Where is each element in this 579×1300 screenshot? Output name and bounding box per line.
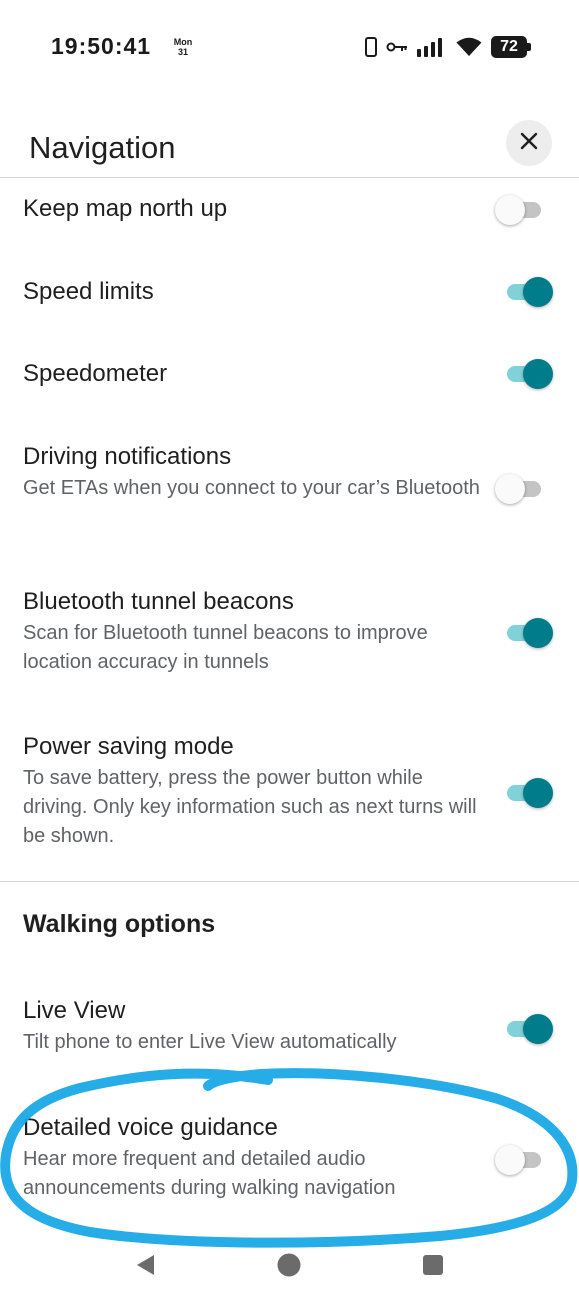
recents-icon <box>422 1254 444 1281</box>
battery-percent: 72 <box>500 38 518 55</box>
toggle-speedometer[interactable] <box>507 359 553 389</box>
setting-label: Driving notifications <box>23 443 232 470</box>
status-day-text: Mon <box>173 37 193 47</box>
home-button[interactable] <box>274 1252 304 1282</box>
section-divider <box>0 881 579 882</box>
close-button[interactable] <box>506 120 552 166</box>
setting-label: Speedometer <box>23 360 168 387</box>
setting-description: To save battery, press the power button … <box>23 767 477 847</box>
setting-label: Bluetooth tunnel beacons <box>23 588 294 615</box>
toggle-live-view[interactable] <box>507 1014 553 1044</box>
phone-icon <box>365 37 377 57</box>
setting-driving-notifications[interactable]: Driving notifications Get ETAs when you … <box>23 442 553 503</box>
setting-label: Live View <box>23 997 126 1024</box>
toggle-keep-map-north-up[interactable] <box>495 195 541 225</box>
walking-options-heading: Walking options <box>23 910 216 938</box>
back-button[interactable] <box>130 1252 160 1282</box>
setting-label: Keep map north up <box>23 195 228 222</box>
setting-keep-map-north-up[interactable]: Keep map north up <box>23 194 553 224</box>
toggle-detailed-voice-guidance[interactable] <box>495 1145 541 1175</box>
battery-icon: 72 <box>491 36 531 58</box>
setting-description: Hear more frequent and detailed audio an… <box>23 1148 396 1199</box>
toggle-driving-notifications[interactable] <box>495 474 541 504</box>
home-icon <box>276 1252 302 1283</box>
recents-button[interactable] <box>418 1252 448 1282</box>
setting-bluetooth-tunnel-beacons[interactable]: Bluetooth tunnel beacons Scan for Blueto… <box>23 587 553 677</box>
setting-label: Speed limits <box>23 278 154 305</box>
setting-label: Power saving mode <box>23 733 234 760</box>
setting-live-view[interactable]: Live View Tilt phone to enter Live View … <box>23 996 553 1057</box>
status-time: 19:50:41 <box>51 33 152 59</box>
toggle-bluetooth-tunnel-beacons[interactable] <box>507 618 553 648</box>
back-icon <box>134 1253 156 1282</box>
status-date: Mon 31 <box>172 37 194 57</box>
signal-icon <box>417 37 447 57</box>
vpn-key-icon <box>386 41 408 53</box>
setting-speedometer[interactable]: Speedometer <box>23 359 553 389</box>
setting-description: Get ETAs when you connect to your car’s … <box>23 477 480 499</box>
setting-speed-limits[interactable]: Speed limits <box>23 277 553 307</box>
system-nav-bar <box>0 1240 579 1300</box>
toggle-power-saving-mode[interactable] <box>507 778 553 808</box>
setting-power-saving-mode[interactable]: Power saving mode To save battery, press… <box>23 732 553 851</box>
setting-description: Tilt phone to enter Live View automatica… <box>23 1031 397 1053</box>
status-date-text: 31 <box>177 47 188 57</box>
setting-description: Scan for Bluetooth tunnel beacons to imp… <box>23 622 428 673</box>
page-title: Navigation <box>29 130 176 165</box>
close-icon <box>520 132 538 155</box>
page-header: Navigation <box>0 110 579 178</box>
setting-label: Detailed voice guidance <box>23 1114 278 1141</box>
status-icons: 72 <box>365 35 531 59</box>
wifi-icon <box>456 37 482 57</box>
toggle-speed-limits[interactable] <box>507 277 553 307</box>
setting-detailed-voice-guidance[interactable]: Detailed voice guidance Hear more freque… <box>23 1113 553 1203</box>
status-bar: 19:50:41 Mon 31 72 <box>0 0 579 95</box>
